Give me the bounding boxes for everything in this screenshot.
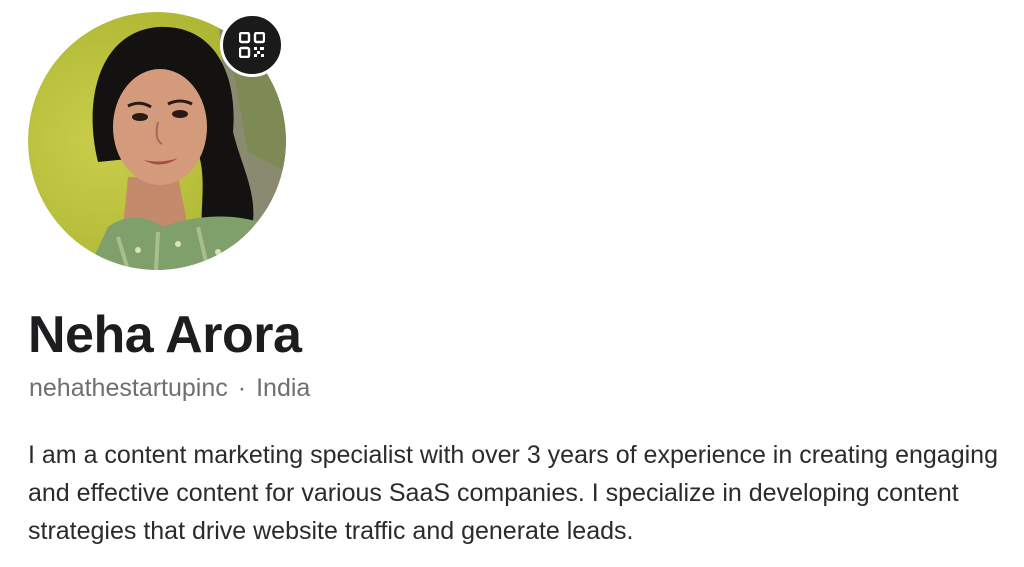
profile-name: Neha Arora — [28, 306, 302, 364]
profile-location: India — [256, 374, 311, 402]
qr-code-button[interactable] — [220, 13, 284, 77]
qr-code-icon — [239, 32, 265, 58]
profile-username[interactable]: nehathestartupinc — [29, 374, 228, 402]
profile-meta: nehathestartupinc · India — [29, 370, 310, 406]
profile-bio: I am a content marketing specialist with… — [28, 441, 998, 545]
avatar-container — [28, 12, 286, 270]
profile-card: Neha Arora nehathestartupinc · India I am … — [0, 0, 1024, 567]
meta-separator: · — [237, 374, 247, 402]
